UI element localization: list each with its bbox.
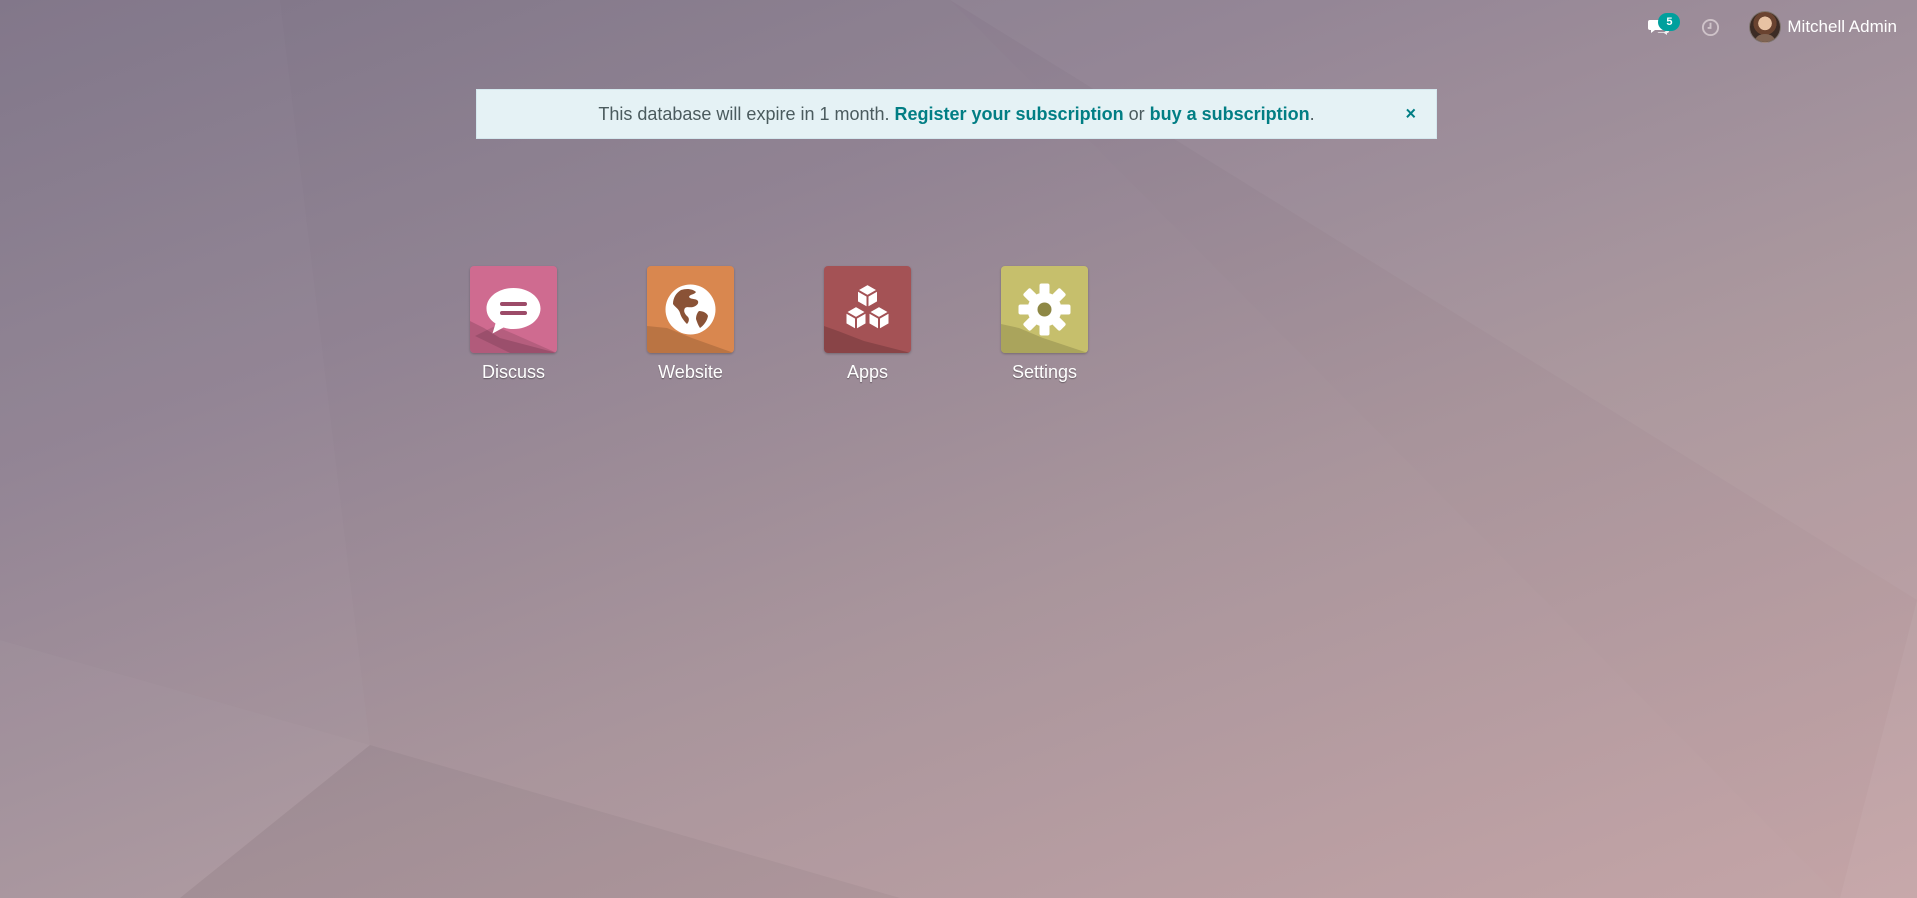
alert-text-after: . [1309, 103, 1315, 124]
subscription-alert: This database will expire in 1 month. Re… [476, 89, 1437, 139]
alert-text-middle: or [1123, 103, 1150, 124]
app-discuss[interactable]: Discuss [470, 266, 557, 383]
gear-icon [1001, 266, 1088, 353]
app-apps[interactable]: Apps [824, 266, 911, 383]
globe-icon [647, 266, 734, 353]
messages-menu[interactable]: 5 [1639, 7, 1681, 47]
clock-icon [1701, 18, 1719, 36]
app-grid: Discuss Website Apps Settings [470, 266, 1088, 383]
user-name: Mitchell Admin [1787, 17, 1897, 36]
systray: 5 Mitchell Admin [1639, 0, 1917, 54]
messages-count-badge: 5 [1658, 13, 1681, 31]
chat-bubble-icon [470, 266, 557, 353]
avatar [1749, 11, 1782, 43]
app-label-discuss: Discuss [481, 362, 545, 382]
alert-text-before: This database will expire in 1 month. [598, 103, 895, 124]
alert-text: This database will expire in 1 month. Re… [598, 104, 1314, 125]
register-subscription-link[interactable]: Register your subscription [895, 104, 1124, 124]
activity-menu[interactable] [1695, 7, 1725, 47]
app-label-settings: Settings [1011, 362, 1078, 382]
cubes-icon [824, 266, 911, 353]
app-settings[interactable]: Settings [1001, 266, 1088, 383]
user-menu[interactable]: Mitchell Admin [1749, 7, 1897, 47]
app-label-website: Website [658, 362, 723, 382]
app-website[interactable]: Website [647, 266, 734, 383]
buy-subscription-link[interactable]: buy a subscription [1150, 104, 1310, 124]
app-label-apps: Apps [846, 362, 889, 382]
close-alert-button[interactable]: × [1405, 104, 1416, 125]
